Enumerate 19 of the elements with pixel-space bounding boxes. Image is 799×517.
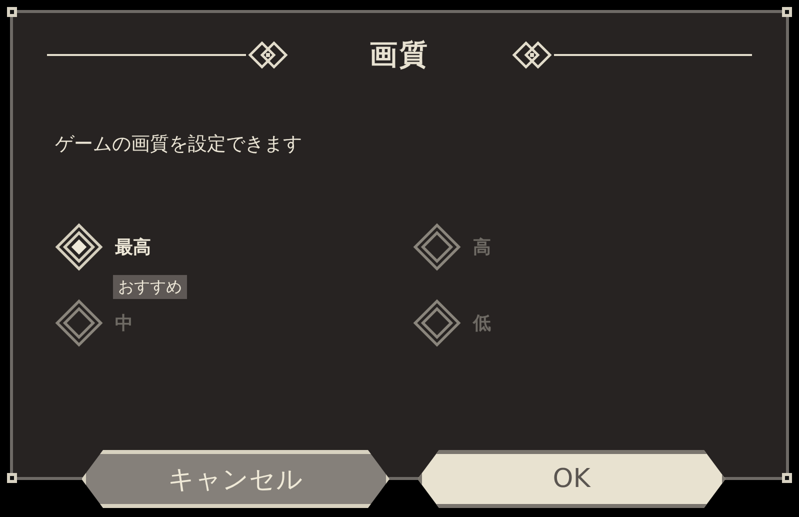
- diamond-ornament-icon: [510, 40, 554, 70]
- dialog-title: 画質: [370, 37, 430, 73]
- corner-square-icon: [781, 6, 793, 18]
- diamond-radio[interactable]: [413, 299, 461, 347]
- corner-square-icon: [781, 472, 793, 484]
- option-label: 低: [473, 312, 491, 335]
- diamond-ornament-icon: [246, 40, 290, 70]
- recommended-badge: おすすめ: [113, 275, 187, 299]
- description-text: ゲームの画質を設定できます: [55, 132, 303, 157]
- diamond-radio[interactable]: [413, 223, 461, 271]
- diamond-radio[interactable]: [55, 299, 103, 347]
- corner-square-icon: [6, 472, 18, 484]
- cancel-button[interactable]: キャンセル: [82, 450, 390, 508]
- option-label: 最高: [115, 236, 151, 259]
- corner-square-icon: [6, 6, 18, 18]
- option-label: 中: [115, 312, 133, 335]
- ok-button[interactable]: OK: [418, 450, 726, 508]
- diamond-radio[interactable]: [55, 223, 103, 271]
- option-label: 高: [473, 236, 491, 259]
